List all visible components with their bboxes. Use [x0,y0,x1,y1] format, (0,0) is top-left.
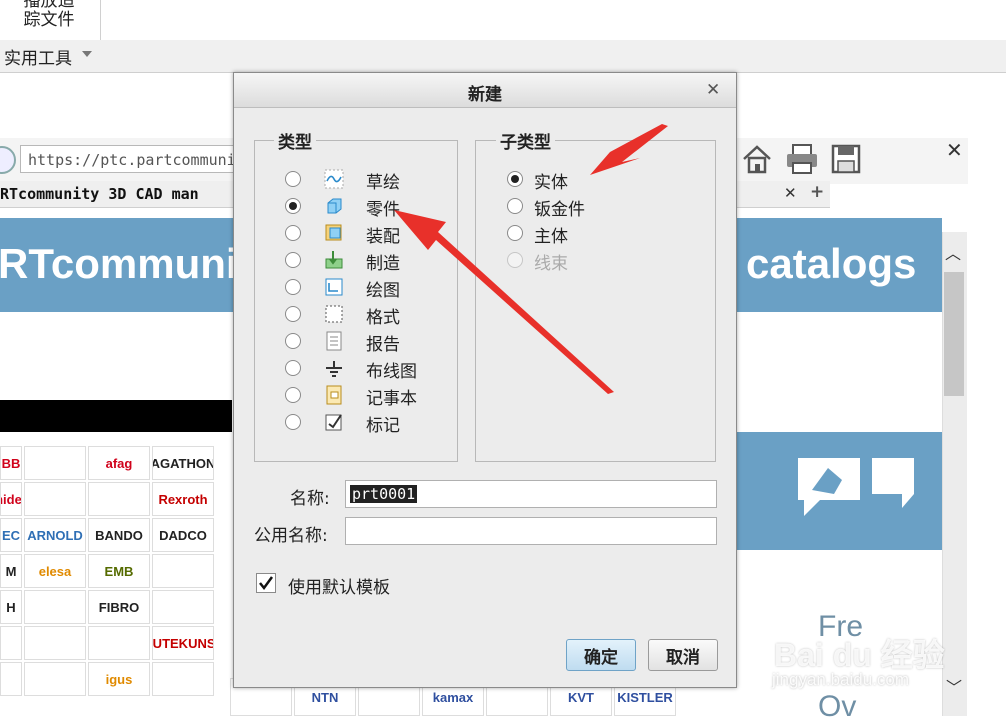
annotation-arrows [394,124,668,394]
arrow-to-subtype-solid [590,124,668,175]
arrow-to-part [394,210,614,394]
watermark-url: jingyan.baidu.com [772,670,910,689]
